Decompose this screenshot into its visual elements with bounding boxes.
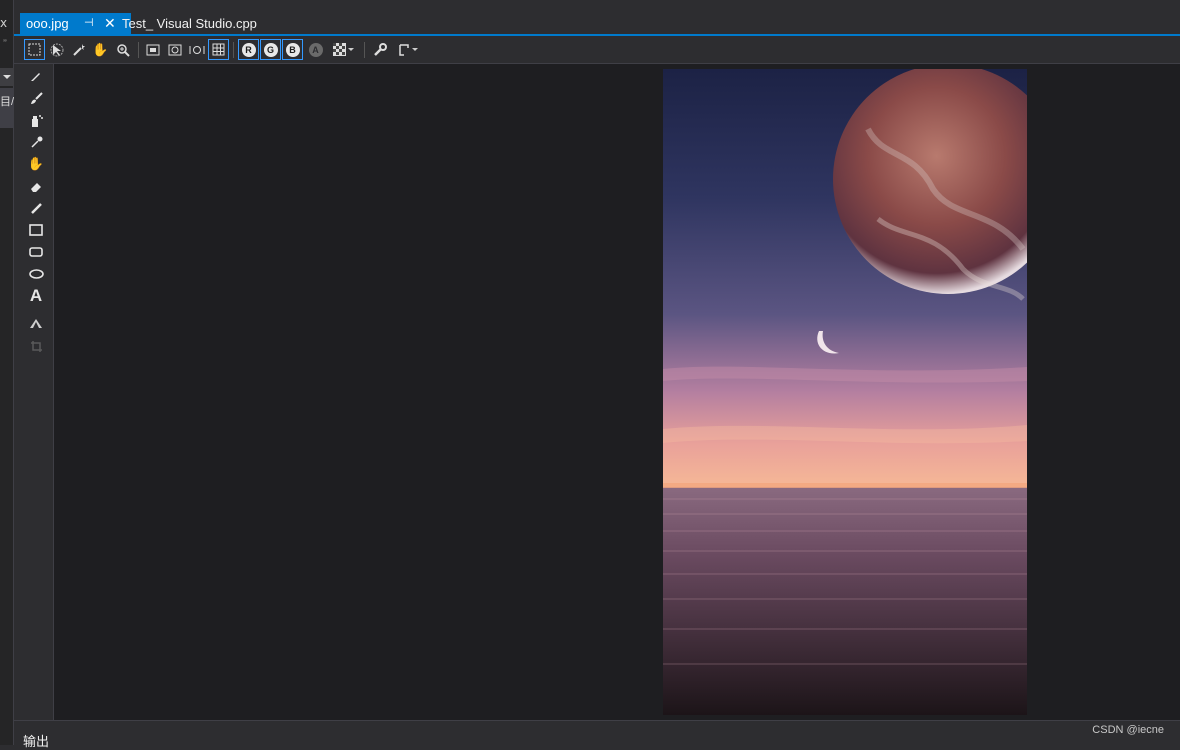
toolbar-separator <box>364 42 365 58</box>
channel-b-button[interactable]: B <box>282 39 303 60</box>
close-icon[interactable]: ✕ <box>104 13 116 34</box>
panel-selected-item[interactable]: 目/ <box>0 88 14 128</box>
pencil-icon[interactable] <box>24 66 48 86</box>
toolbar-separator <box>233 42 234 58</box>
pan-hand-icon[interactable]: ✋ <box>90 39 111 60</box>
ellipse-icon[interactable] <box>24 264 48 284</box>
tab-label: ooo.jpg <box>26 16 69 31</box>
rounded-rect-icon[interactable] <box>24 242 48 262</box>
transparency-icon[interactable] <box>328 39 358 60</box>
magic-wand-icon[interactable] <box>68 39 89 60</box>
panel-dropdown[interactable] <box>0 68 14 86</box>
format-icon[interactable] <box>392 39 422 60</box>
toolbar-separator <box>138 42 139 58</box>
wrench-icon[interactable] <box>369 39 390 60</box>
rectangle-icon[interactable] <box>24 220 48 240</box>
channel-g-button[interactable]: G <box>260 39 281 60</box>
panel-dots: ’’ <box>3 38 7 48</box>
document-tab-row: ooo.jpg ⊣ ✕ Test_ Visual Studio.cpp <box>14 0 1180 36</box>
eraser-icon[interactable] <box>24 176 48 196</box>
zoom-icon[interactable] <box>112 39 133 60</box>
image-canvas[interactable] <box>54 64 1180 720</box>
zoom-actual-icon[interactable] <box>164 39 185 60</box>
channel-a-button[interactable]: A <box>305 39 326 60</box>
drawing-tools-panel: ✋ A <box>14 64 54 720</box>
eyedropper-icon[interactable] <box>24 132 48 152</box>
zoom-out-icon[interactable] <box>186 39 207 60</box>
panel-close-icon[interactable]: x <box>0 16 10 30</box>
watermark: CSDN @iecne <box>1092 724 1164 736</box>
fill-icon[interactable]: ✋ <box>24 154 48 174</box>
tab-test-visual-studio-cpp[interactable]: Test_ Visual Studio.cpp <box>116 13 263 34</box>
rotate-icon[interactable] <box>24 313 48 333</box>
zoom-fit-icon[interactable] <box>142 39 163 60</box>
tab-label: Test_ Visual Studio.cpp <box>122 16 257 31</box>
image-viewport <box>663 69 1027 715</box>
output-panel-bar: 输出 CSDN @iecne <box>14 720 1180 749</box>
rect-select-icon[interactable] <box>24 39 45 60</box>
lasso-select-icon[interactable] <box>46 39 67 60</box>
planet-sunset-image <box>663 69 1027 715</box>
text-icon[interactable]: A <box>24 286 48 306</box>
brush-icon[interactable] <box>24 88 48 108</box>
tab-ooo-jpg[interactable]: ooo.jpg ⊣ ✕ <box>20 13 131 34</box>
line-icon[interactable] <box>24 198 48 218</box>
grid-icon[interactable] <box>208 39 229 60</box>
channel-r-button[interactable]: R <box>238 39 259 60</box>
airbrush-icon[interactable] <box>24 110 48 130</box>
image-editor-toolbar: ✋ R G B A <box>14 36 1180 64</box>
crop-icon[interactable] <box>24 336 48 356</box>
pin-icon[interactable]: ⊣ <box>84 13 94 34</box>
output-tab[interactable]: 输出 <box>23 731 49 750</box>
left-side-panel: x ’’ 目/ <box>0 0 14 745</box>
